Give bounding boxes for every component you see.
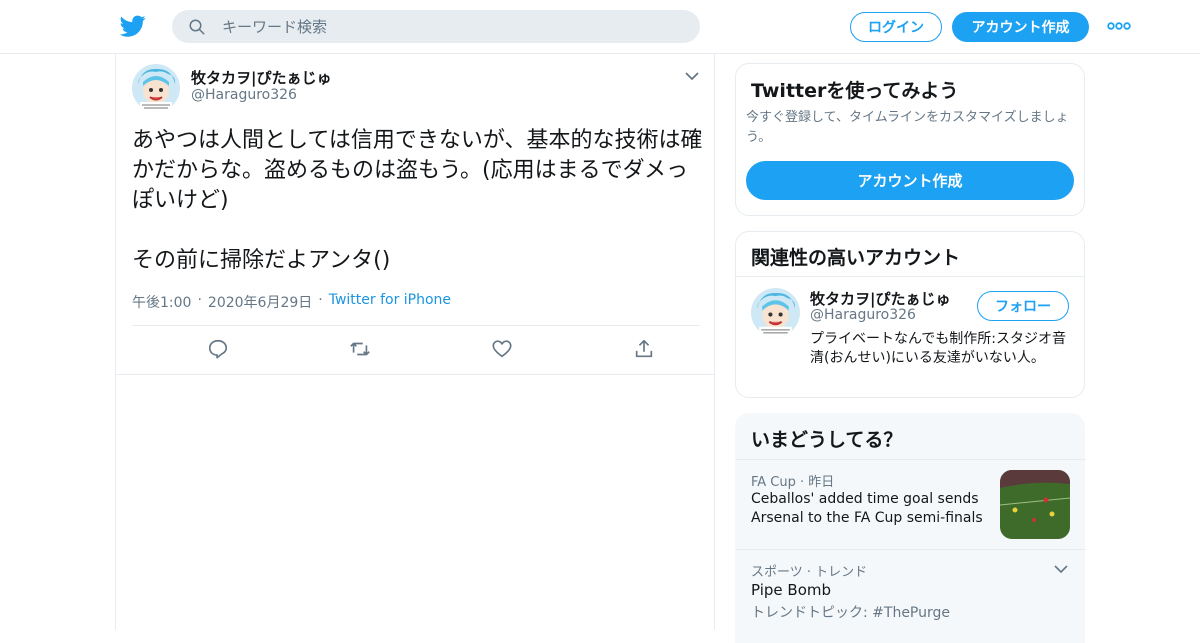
chevron-down-icon[interactable] xyxy=(1054,564,1068,574)
author-handle[interactable]: @Haraguro326 xyxy=(191,87,297,103)
reply-icon[interactable] xyxy=(207,338,229,360)
author-name[interactable]: 牧タカヲ|ぴたぁじゅ xyxy=(191,67,331,88)
chevron-down-icon[interactable] xyxy=(684,70,700,82)
related-account-handle[interactable]: @Haraguro326 xyxy=(810,307,916,323)
tweet-source-link[interactable]: Twitter for iPhone xyxy=(329,292,451,312)
divider xyxy=(736,459,1086,460)
top-bar: キーワード検索 ログイン アカウント作成 xyxy=(0,0,1200,54)
separator: · xyxy=(318,292,323,308)
like-icon[interactable] xyxy=(491,338,513,360)
search-bar[interactable]: キーワード検索 xyxy=(172,10,700,43)
search-icon xyxy=(189,19,205,34)
share-icon[interactable] xyxy=(633,338,655,360)
trends-title: いまどうしてる？ xyxy=(751,429,903,451)
tweet-time[interactable]: 午後1:00 xyxy=(132,292,191,312)
tweet-column: 牧タカヲ|ぴたぁじゅ @Haraguro326 あやつは人間としては信用できない… xyxy=(115,54,715,630)
avatar[interactable] xyxy=(132,64,180,112)
separator: · xyxy=(197,292,202,308)
signup-card-title: Twitterを使ってみよう xyxy=(751,80,959,102)
signup-card-description: 今すぐ登録して、タイムラインをカスタマイズしましょう。 xyxy=(746,110,1069,145)
trend-meta: スポーツ · トレンド xyxy=(751,565,868,580)
login-button[interactable]: ログイン xyxy=(850,12,942,42)
tweet-date[interactable]: 2020年6月29日 xyxy=(208,292,312,312)
divider xyxy=(736,549,1086,550)
divider xyxy=(132,325,700,326)
tweet-meta: 午後1:00 · 2020年6月29日 · Twitter for iPhone xyxy=(132,292,451,312)
search-input[interactable]: キーワード検索 xyxy=(222,16,327,37)
signup-card: Twitterを使ってみよう 今すぐ登録して、タイムラインをカスタマイズしましょ… xyxy=(735,63,1085,216)
more-icon[interactable] xyxy=(1106,18,1132,34)
trend-thumbnail[interactable] xyxy=(1000,470,1070,539)
related-account-name[interactable]: 牧タカヲ|ぴたぁじゅ xyxy=(810,288,950,309)
signup-card-button[interactable]: アカウント作成 xyxy=(746,161,1074,200)
trends-card: いまどうしてる？ FA Cup · 昨日 Ceballos' added tim… xyxy=(735,413,1086,643)
trend-subtitle: トレンドトピック: #ThePurge xyxy=(751,605,951,621)
related-account-bio: プライベートなんでも制作所:スタジオ音清(おんせい)にいる友達がいない人。 xyxy=(810,331,1067,366)
trend-meta: FA Cup · 昨日 xyxy=(751,475,835,490)
trend-headline[interactable]: Ceballos' added time goal sends Arsenal … xyxy=(751,490,996,528)
divider xyxy=(736,276,1084,277)
trend-title[interactable]: Pipe Bomb xyxy=(751,581,831,599)
signup-button[interactable]: アカウント作成 xyxy=(952,12,1089,42)
divider xyxy=(116,374,714,375)
related-accounts-card: 関連性の高いアカウント 牧タカヲ|ぴたぁじゅ @Haraguro326 フォロー… xyxy=(735,231,1085,398)
avatar[interactable] xyxy=(751,288,800,337)
tweet-text: あやつは人間としては信用できないが、基本的な技術は確かだからな。盗めるものは盗も… xyxy=(132,128,703,273)
retweet-icon[interactable] xyxy=(349,338,371,360)
related-accounts-title: 関連性の高いアカウント xyxy=(751,247,961,269)
tweet-actions xyxy=(132,338,700,364)
follow-button[interactable]: フォロー xyxy=(977,291,1069,321)
twitter-logo-icon[interactable] xyxy=(120,13,146,39)
